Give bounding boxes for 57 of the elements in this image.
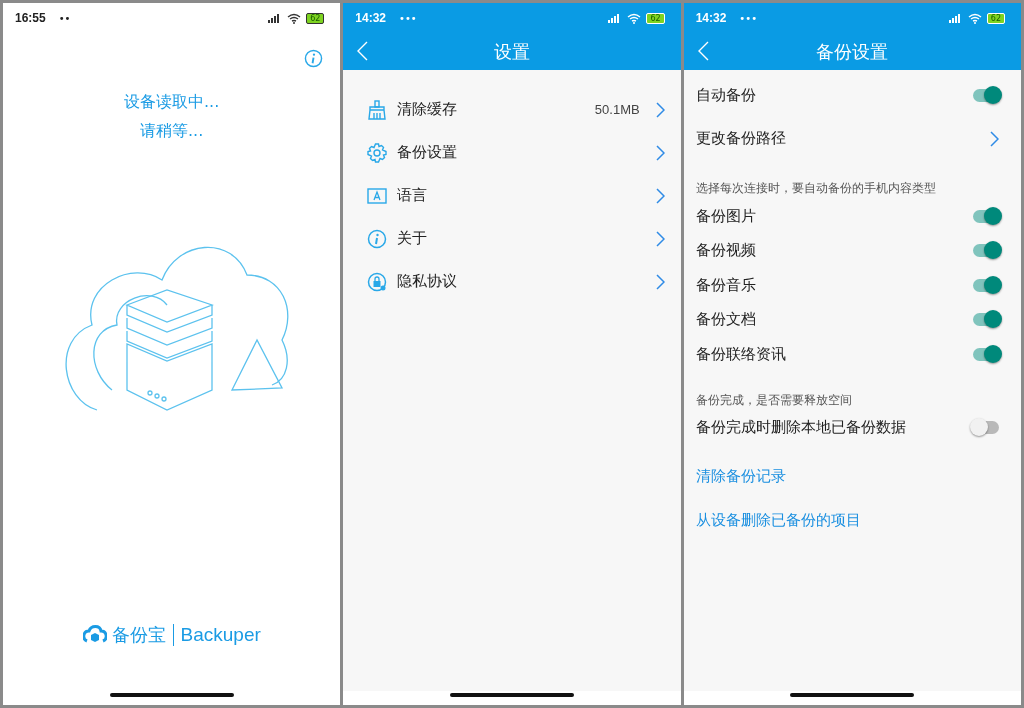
logo-english-name: Backuper xyxy=(180,624,261,646)
chevron-right-icon[interactable] xyxy=(655,273,665,290)
status-time: 14:32 xyxy=(355,11,387,25)
menu-item-label[interactable]: 清除缓存 xyxy=(397,100,458,119)
menu-item-label[interactable]: 关于 xyxy=(397,229,428,248)
back-icon[interactable] xyxy=(697,41,709,61)
setting-label[interactable]: 更改备份路径 xyxy=(695,129,786,148)
notification-dots: •• xyxy=(58,12,71,24)
toggle-switch[interactable] xyxy=(973,421,999,435)
screen-title: 备份设置 xyxy=(816,39,889,64)
back-icon[interactable] xyxy=(357,41,369,61)
info-icon[interactable] xyxy=(304,49,324,68)
logo-icon xyxy=(82,625,107,645)
menu-item-label[interactable]: 备份设置 xyxy=(397,143,458,162)
battery-indicator: 62 xyxy=(646,12,665,24)
setting-label: 备份音乐 xyxy=(695,275,756,295)
setting-label: 自动备份 xyxy=(695,86,756,105)
battery-indicator: 62 xyxy=(986,12,1005,24)
info-icon xyxy=(367,228,388,249)
menu-item-label[interactable]: 语言 xyxy=(397,186,428,205)
toggle-switch[interactable] xyxy=(973,313,999,327)
setting-label: 备份图片 xyxy=(695,206,756,226)
wifi-icon xyxy=(627,12,642,24)
brush-icon xyxy=(367,99,388,120)
setting-label: 备份联络资讯 xyxy=(695,344,786,364)
letter-a-icon xyxy=(367,185,388,206)
chevron-right-icon[interactable] xyxy=(655,144,665,161)
wifi-icon xyxy=(287,12,302,24)
toggle-switch[interactable] xyxy=(973,347,999,361)
section-header: 选择每次连接时，要自动备份的手机内容类型 xyxy=(695,181,936,195)
lock-icon xyxy=(367,271,388,292)
cache-size: 50.1MB xyxy=(594,102,640,117)
chevron-right-icon[interactable] xyxy=(655,101,665,118)
screen-title: 设置 xyxy=(494,39,530,64)
setting-label: 备份完成时删除本地已备份数据 xyxy=(695,418,906,438)
setting-label: 备份视频 xyxy=(695,241,756,261)
logo-name: 备份宝 xyxy=(111,623,166,647)
signal-icon xyxy=(948,13,963,23)
toggle-switch[interactable] xyxy=(973,89,999,102)
loading-message: 请稍等... xyxy=(140,121,204,142)
chevron-right-icon[interactable] xyxy=(655,230,665,247)
wifi-icon xyxy=(967,12,982,24)
chevron-right-icon[interactable] xyxy=(990,130,999,147)
menu-item-label[interactable]: 隐私协议 xyxy=(397,272,458,291)
toggle-switch[interactable] xyxy=(973,278,999,292)
gear-icon xyxy=(367,142,388,163)
notification-dots: ••• xyxy=(399,12,417,24)
battery-indicator: 62 xyxy=(306,12,325,24)
section-header: 备份完成，是否需要释放空间 xyxy=(695,392,852,407)
toggle-switch[interactable] xyxy=(973,209,999,223)
toggle-switch[interactable] xyxy=(973,244,999,258)
loading-message: 设备读取中... xyxy=(124,92,220,113)
chevron-right-icon[interactable] xyxy=(655,187,665,204)
status-time: 16:55 xyxy=(15,11,46,25)
setting-label: 备份文档 xyxy=(695,310,756,330)
notification-dots: ••• xyxy=(739,12,758,24)
status-time: 14:32 xyxy=(695,11,727,25)
